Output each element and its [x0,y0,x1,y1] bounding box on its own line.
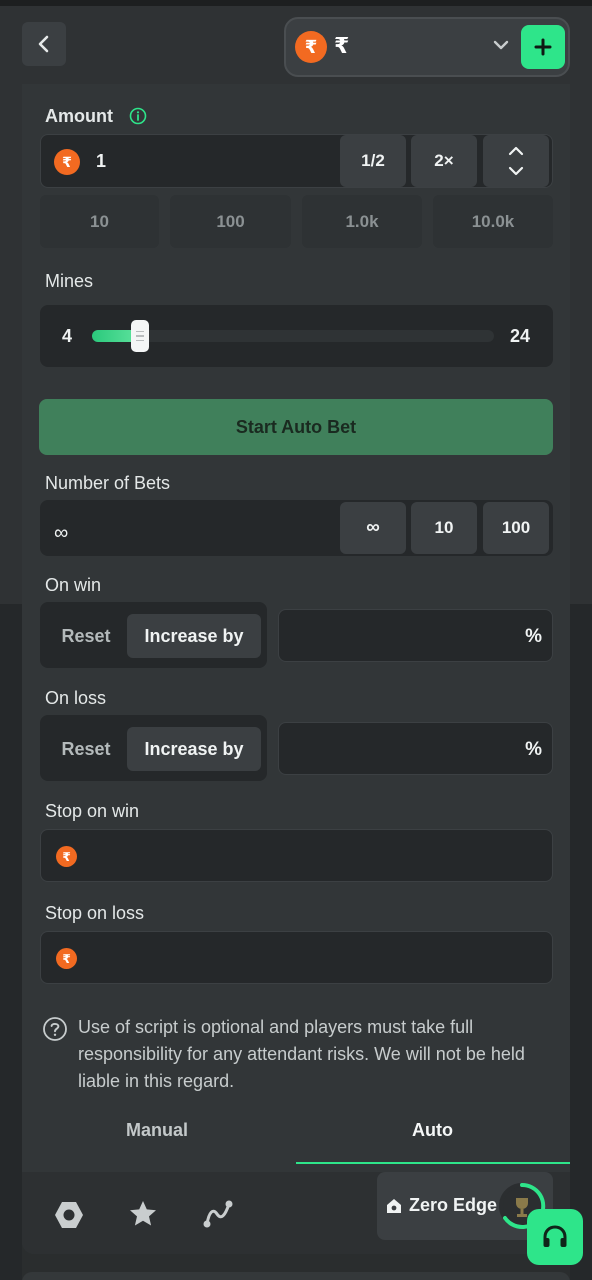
percent-unit: % [525,626,542,647]
add-funds-button[interactable] [521,25,565,69]
bets-infinite-button[interactable]: ∞ [340,502,406,554]
rupee-coin-icon: ₹ [54,149,80,175]
help-circle-icon [43,1017,67,1041]
up-down-arrows-icon [508,146,524,176]
double-amount-button[interactable]: 2× [411,135,477,187]
on-loss-mode-toggle: Reset Increase by [40,715,267,781]
slider-track[interactable] [92,330,494,342]
plus-icon [534,38,552,56]
wallet-selector[interactable]: ₹ ₹ [284,17,570,77]
top-bar: ₹ ₹ [0,0,592,84]
half-amount-button[interactable]: 1/2 [340,135,406,187]
next-section-card [22,1272,570,1280]
back-button[interactable] [22,22,66,66]
stop-on-loss-label: Stop on loss [45,903,145,923]
side-background-left-lower [0,604,22,1280]
on-loss-reset-option[interactable]: Reset [46,727,126,771]
headset-icon [543,1225,567,1247]
on-win-increase-option[interactable]: Increase by [127,614,261,658]
wallet-currency: ₹ [334,33,350,58]
quick-amount-10[interactable]: 10 [40,195,159,248]
quick-amount-100[interactable]: 100 [170,195,291,248]
quick-amount-10k[interactable]: 10.0k [433,195,553,248]
bet-panel: Amount ₹ 1 1/2 2× 10 100 1.0k 10.0k Mine… [22,84,570,1254]
on-win-reset-option[interactable]: Reset [46,614,126,658]
mines-min-value: 4 [62,326,73,346]
slider-thumb[interactable] [131,320,150,352]
mines-max-value: 24 [510,326,531,346]
quick-amount-1k[interactable]: 1.0k [302,195,422,248]
number-of-bets-label: Number of Bets [45,473,171,493]
settings-hexagon-icon[interactable] [53,1200,85,1230]
stop-on-win-input[interactable]: ₹ [40,829,553,882]
mines-slider[interactable]: 4 24 [40,305,553,367]
number-of-bets-value: ∞ [54,522,69,544]
bets-10-button[interactable]: 10 [411,502,477,554]
on-loss-percent-input[interactable]: % [278,722,553,775]
on-win-label: On win [45,575,102,595]
tab-manual[interactable]: Manual [126,1120,188,1141]
on-loss-increase-option[interactable]: Increase by [127,727,261,771]
stats-graph-icon[interactable] [201,1198,235,1230]
rupee-coin-icon: ₹ [56,948,77,969]
rupee-coin-icon: ₹ [295,31,327,63]
home-icon [387,1199,401,1213]
zero-edge-label: Zero Edge [409,1195,498,1215]
percent-unit: % [525,739,542,760]
tab-auto[interactable]: Auto [412,1120,453,1141]
stop-on-win-label: Stop on win [45,801,140,821]
chevron-down-icon [493,40,509,50]
disclaimer-text: Use of script is optional and players mu… [78,1017,525,1091]
support-chat-button[interactable] [527,1209,583,1265]
chevron-left-icon [38,35,49,53]
info-icon[interactable] [129,107,147,125]
on-win-percent-input[interactable]: % [278,609,553,662]
amount-label: Amount [45,106,113,126]
amount-value: 1 [96,151,107,171]
on-loss-label: On loss [45,688,107,708]
amount-stepper-button[interactable] [483,135,549,187]
stop-on-loss-input[interactable]: ₹ [40,931,553,984]
side-background-right-lower [570,604,592,1280]
start-auto-bet-button[interactable]: Start Auto Bet [39,399,553,455]
rupee-coin-icon: ₹ [56,846,77,867]
mines-label: Mines [45,271,94,291]
star-icon[interactable] [128,1199,158,1229]
bets-100-button[interactable]: 100 [483,502,549,554]
active-tab-indicator [296,1162,570,1164]
on-win-mode-toggle: Reset Increase by [40,602,267,668]
